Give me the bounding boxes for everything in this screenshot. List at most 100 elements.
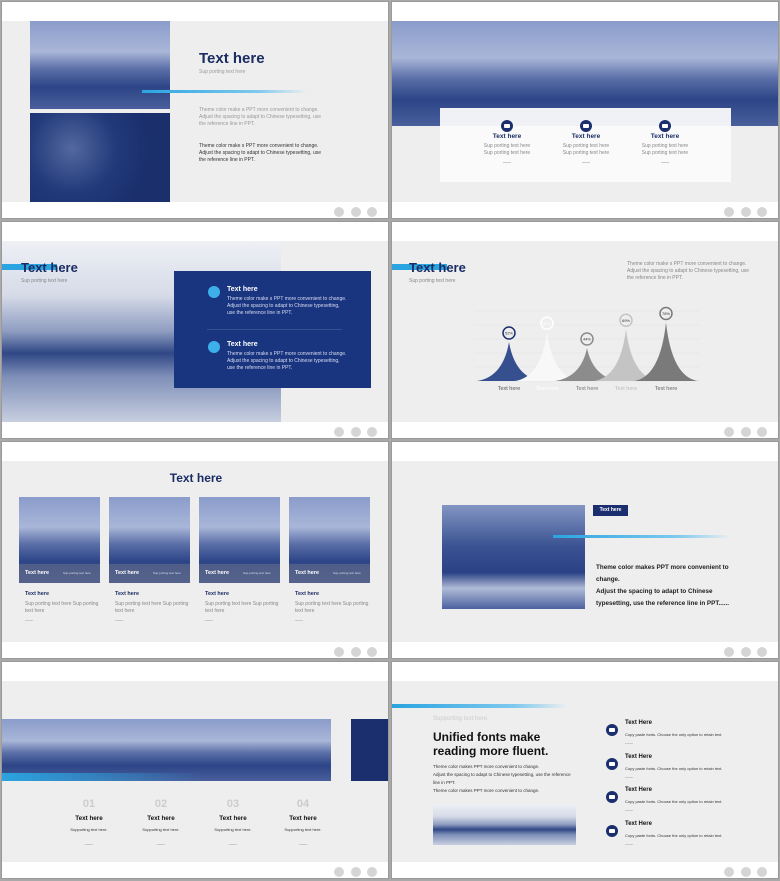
footer-icon[interactable] <box>367 647 377 657</box>
item-line: Sup porting text here <box>483 150 531 156</box>
paragraph: Theme color makes PPT more convenient to… <box>433 788 540 793</box>
image-icon <box>501 120 513 132</box>
footer-icon[interactable] <box>741 647 751 657</box>
footer-icon[interactable] <box>334 427 344 437</box>
step-title: Text here <box>289 815 317 822</box>
overlay-title: Text here <box>25 570 50 576</box>
overlay-title: Text here <box>295 570 320 576</box>
footer-icon[interactable] <box>757 647 767 657</box>
divider <box>115 620 123 621</box>
accent-bar <box>142 90 307 93</box>
statement-line: Theme color makes PPT more convenient to… <box>596 564 729 583</box>
footer-icon[interactable] <box>367 427 377 437</box>
step-title: Text here <box>219 815 247 822</box>
slide-5[interactable]: Text here Text here Sup porting text her… <box>1 441 389 659</box>
category-label: Text here <box>615 386 638 392</box>
footer-icon[interactable] <box>724 867 734 877</box>
peak-mark <box>515 332 579 381</box>
footer-icon[interactable] <box>351 427 361 437</box>
footer-icon[interactable] <box>741 207 751 217</box>
card-icon <box>580 120 592 132</box>
card-body: Sup porting text here Sup porting text h… <box>205 601 279 614</box>
overlay-sub: Sup porting text here <box>243 571 271 575</box>
peak-mark <box>634 322 698 381</box>
card-overlay: Text here Sup porting text here <box>19 564 100 583</box>
data-label: 52% <box>505 331 513 336</box>
image-icon <box>606 825 618 837</box>
puzzle-icon <box>659 120 671 132</box>
statue-building-photo <box>442 505 585 609</box>
overlay-title: Text here <box>115 570 140 576</box>
divider <box>625 743 633 744</box>
item-title: Text here <box>650 133 680 140</box>
item-title: Text Here <box>625 720 652 726</box>
mail-icon <box>606 724 618 736</box>
footer-icon[interactable] <box>757 867 767 877</box>
item-title: Text here <box>227 341 258 348</box>
item-title: Text Here <box>625 754 652 760</box>
item-body: Copy paste fonts. Choose the only option… <box>625 833 723 838</box>
footer-icon[interactable] <box>351 207 361 217</box>
slide-3[interactable]: Text here Sup porting text here Text her… <box>1 221 389 439</box>
card-overlay: Text here Sup porting text here <box>109 564 190 583</box>
footer-icon[interactable] <box>334 207 344 217</box>
step-number: 02 <box>154 798 168 810</box>
footer-icon[interactable] <box>757 427 767 437</box>
puzzle-icon <box>606 791 618 803</box>
statement-line: Adjust the spacing to adapt to Chinese t… <box>596 588 729 607</box>
slide-1[interactable]: Text here Sup porting text here Theme co… <box>1 1 389 219</box>
footer-icon[interactable] <box>334 867 344 877</box>
statue-photo <box>30 113 170 202</box>
accent-block <box>351 719 388 781</box>
item-title: Text Here <box>625 787 652 793</box>
step-title: Text here <box>147 815 175 822</box>
divider <box>625 810 633 811</box>
divider <box>25 620 33 621</box>
heading-line: reading more fluent. <box>433 744 549 758</box>
step-number: 04 <box>296 798 310 810</box>
divider <box>157 844 165 845</box>
divider <box>229 844 237 845</box>
step-sub: Supporting text here. <box>214 827 252 832</box>
footer-icon[interactable] <box>367 207 377 217</box>
slide-2[interactable]: Text here Sup porting text here Sup port… <box>391 1 779 219</box>
slide-7[interactable]: 01 Text here Supporting text here. 02 Te… <box>1 661 389 879</box>
card-body: Sup porting text here Sup porting text h… <box>115 601 189 614</box>
data-label: 65% <box>543 321 551 326</box>
footer-icon[interactable] <box>741 427 751 437</box>
step-sub: Supporting text here. <box>142 827 180 832</box>
footer-icon[interactable] <box>351 647 361 657</box>
info-panel: Text here Theme color make s PPT more co… <box>174 271 371 388</box>
footer-icon[interactable] <box>724 207 734 217</box>
card-icon <box>606 758 618 770</box>
footer-icon[interactable] <box>757 207 767 217</box>
footer-icon[interactable] <box>367 867 377 877</box>
divider <box>661 162 669 163</box>
accent-bar <box>2 773 202 781</box>
overlay-title: Text here <box>205 570 230 576</box>
footer-icon[interactable] <box>724 427 734 437</box>
data-label: 78% <box>662 311 670 316</box>
footer-icon[interactable] <box>351 867 361 877</box>
item-body: Copy paste fonts. Choose the only option… <box>625 766 723 771</box>
card-title: Text here <box>205 591 230 597</box>
item-body: Copy paste fonts. Choose the only option… <box>625 799 723 804</box>
item-title: Text Here <box>625 821 652 827</box>
step-number: 01 <box>82 798 96 810</box>
slide-4[interactable]: Text here Sup porting text here Theme co… <box>391 221 779 439</box>
item-body: Theme color make s PPT more convenient t… <box>227 296 347 316</box>
slide-8[interactable]: Supporting text here. Unified fonts make… <box>391 661 779 879</box>
slide-6[interactable]: Text here Theme color makes PPT more con… <box>391 441 779 659</box>
category-label: Text here <box>536 386 559 392</box>
footer-icon[interactable] <box>334 647 344 657</box>
paragraph: Adjust the spacing to adapt to Chinese t… <box>433 772 571 785</box>
item-body: Copy paste fonts. Choose the only option… <box>625 732 723 737</box>
overlay-sub: Sup porting text here <box>63 571 91 575</box>
item-line: Sup porting text here <box>483 143 531 149</box>
item-title: Text here <box>492 133 522 140</box>
card-overlay: Text here Sup porting text here <box>289 564 370 583</box>
footer-icon[interactable] <box>741 867 751 877</box>
footer-icon[interactable] <box>724 647 734 657</box>
item-line: Sup porting text here <box>641 150 689 156</box>
item-body: Theme color make s PPT more convenient t… <box>227 351 347 371</box>
